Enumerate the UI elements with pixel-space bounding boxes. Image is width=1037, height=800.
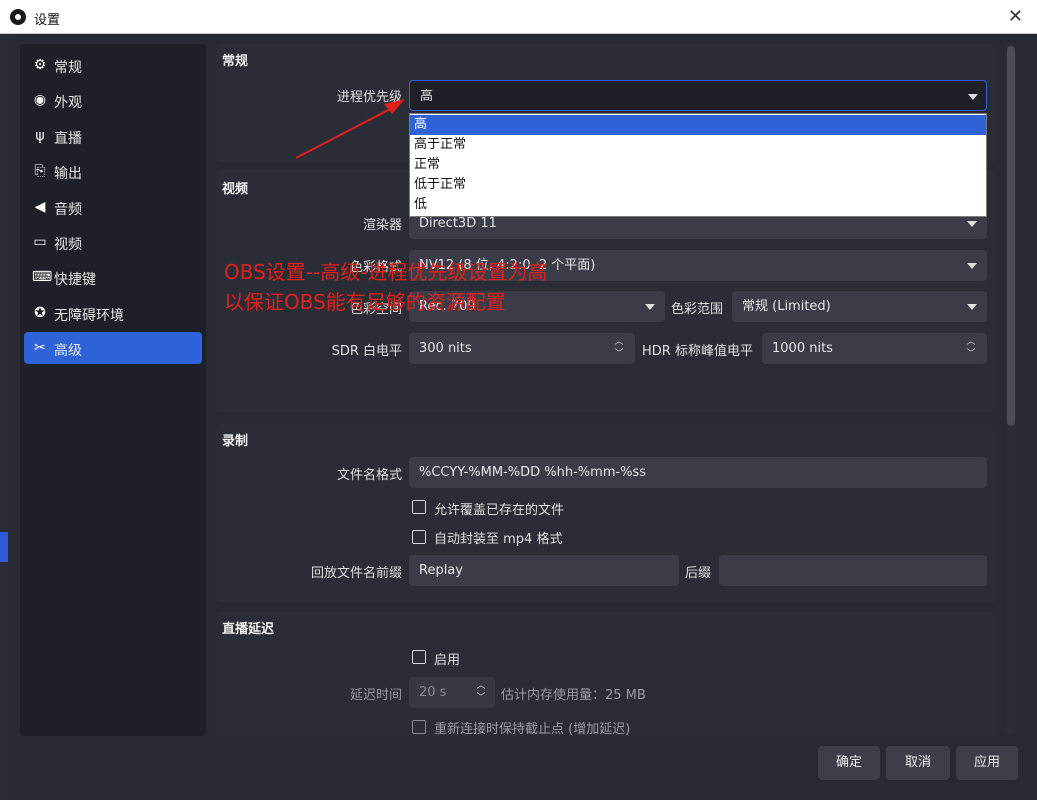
annotation-arrow (295, 99, 405, 159)
annotation-text: OBS设置--高级-进程优先级设置为高 以保证OBS能有足够的资源配置 (224, 257, 547, 317)
annotation-line-2: 以保证OBS能有足够的资源配置 (224, 290, 506, 314)
annotation-line-1: OBS设置--高级-进程优先级设置为高 (224, 260, 548, 284)
